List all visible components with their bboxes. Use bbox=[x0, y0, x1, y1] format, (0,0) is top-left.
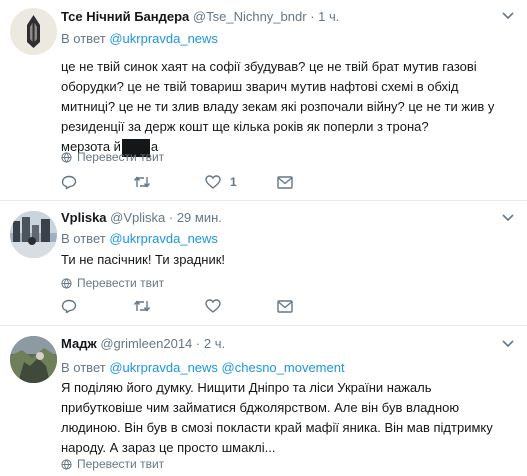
tweet-text: Ти не пасічник! Ти зрадник! bbox=[61, 250, 511, 270]
translate-link[interactable]: Перевести твит bbox=[61, 457, 164, 471]
retweet-icon bbox=[133, 176, 151, 188]
reply-mention-2[interactable]: @chesno_movement bbox=[222, 360, 345, 375]
author-handle[interactable]: @grimleen2014 bbox=[100, 336, 192, 351]
globe-icon bbox=[61, 151, 72, 163]
envelope-icon bbox=[277, 175, 293, 189]
reply-mention[interactable]: @ukrpravda_news bbox=[109, 231, 218, 246]
tweet-text-body: це не твій синок хаят на софії збудував?… bbox=[61, 59, 495, 134]
reply-icon bbox=[61, 175, 77, 189]
message-button[interactable] bbox=[277, 175, 349, 189]
translate-link[interactable]: Перевести твит bbox=[61, 276, 164, 290]
translate-label: Перевести твит bbox=[77, 276, 165, 290]
avatar[interactable] bbox=[10, 8, 57, 55]
heart-icon bbox=[205, 175, 221, 189]
avatar[interactable] bbox=[10, 336, 57, 383]
tweet-3[interactable]: Мадж @grimleen2014 · 2 ч. В ответ @ukrpr… bbox=[0, 326, 527, 476]
chevron-down-icon[interactable] bbox=[501, 339, 515, 349]
tweet-header: Тсе Нічний Бандера @Tse_Nichny_bndr · 1 … bbox=[61, 9, 339, 24]
like-count: 1 bbox=[230, 175, 237, 189]
heart-icon bbox=[205, 299, 221, 313]
tweet-text: це не твій синок хаят на софії збудував?… bbox=[61, 57, 511, 157]
reply-prefix: В ответ bbox=[61, 231, 106, 246]
reply-prefix: В ответ bbox=[61, 360, 106, 375]
author-name[interactable]: Тсе Нічний Бандера bbox=[61, 9, 189, 24]
retweet-button[interactable] bbox=[133, 299, 205, 313]
like-button[interactable] bbox=[205, 299, 277, 313]
globe-icon bbox=[61, 458, 72, 470]
like-button[interactable]: 1 bbox=[205, 175, 277, 189]
reply-context: В ответ @ukrpravda_news bbox=[61, 231, 218, 246]
translate-link[interactable]: Перевести твит bbox=[61, 150, 164, 164]
tweet-text: Я поділяю його думку. Нищити Дніпро та л… bbox=[61, 378, 516, 458]
tweet-time[interactable]: · 1 ч. bbox=[310, 9, 339, 24]
tweet-1[interactable]: Тсе Нічний Бандера @Tse_Nichny_bndr · 1 … bbox=[0, 0, 527, 205]
tweet-header: Vpliska @Vpliska · 29 мин. bbox=[61, 210, 222, 225]
author-handle[interactable]: @Vpliska bbox=[110, 210, 165, 225]
tweet-actions: 1 bbox=[61, 175, 349, 189]
retweet-button[interactable] bbox=[133, 175, 205, 189]
author-name[interactable]: Vpliska bbox=[61, 210, 107, 225]
reply-button[interactable] bbox=[61, 299, 133, 313]
tweet-time[interactable]: · 2 ч. bbox=[196, 336, 225, 351]
envelope-icon bbox=[277, 299, 293, 313]
avatar[interactable] bbox=[10, 211, 57, 258]
reply-context: В ответ @ukrpravda_news bbox=[61, 31, 218, 46]
tweet-actions bbox=[61, 299, 349, 313]
tweet-text-body: Я поділяю його думку. Нищити Дніпро та л… bbox=[61, 380, 493, 455]
translate-label: Перевести твит bbox=[77, 150, 165, 164]
chevron-down-icon[interactable] bbox=[501, 213, 515, 223]
reply-context: В ответ @ukrpravda_news @chesno_movement bbox=[61, 360, 345, 375]
author-handle[interactable]: @Tse_Nichny_bndr bbox=[193, 9, 307, 24]
reply-prefix: В ответ bbox=[61, 31, 106, 46]
globe-icon bbox=[61, 277, 72, 289]
tweet-2[interactable]: Vpliska @Vpliska · 29 мин. В ответ @ukrp… bbox=[0, 201, 527, 325]
author-name[interactable]: Мадж bbox=[61, 336, 97, 351]
reply-mention[interactable]: @ukrpravda_news bbox=[109, 360, 218, 375]
tweet-time[interactable]: · 29 мин. bbox=[169, 210, 222, 225]
translate-label: Перевести твит bbox=[77, 457, 165, 471]
reply-button[interactable] bbox=[61, 175, 133, 189]
message-button[interactable] bbox=[277, 299, 349, 313]
tweet-header: Мадж @grimleen2014 · 2 ч. bbox=[61, 336, 225, 351]
tweet-text-body: Ти не пасічник! Ти зрадник! bbox=[61, 252, 226, 267]
reply-mention[interactable]: @ukrpravda_news bbox=[109, 31, 218, 46]
retweet-icon bbox=[133, 300, 151, 312]
chevron-down-icon[interactable] bbox=[501, 11, 515, 21]
reply-icon bbox=[61, 299, 77, 313]
